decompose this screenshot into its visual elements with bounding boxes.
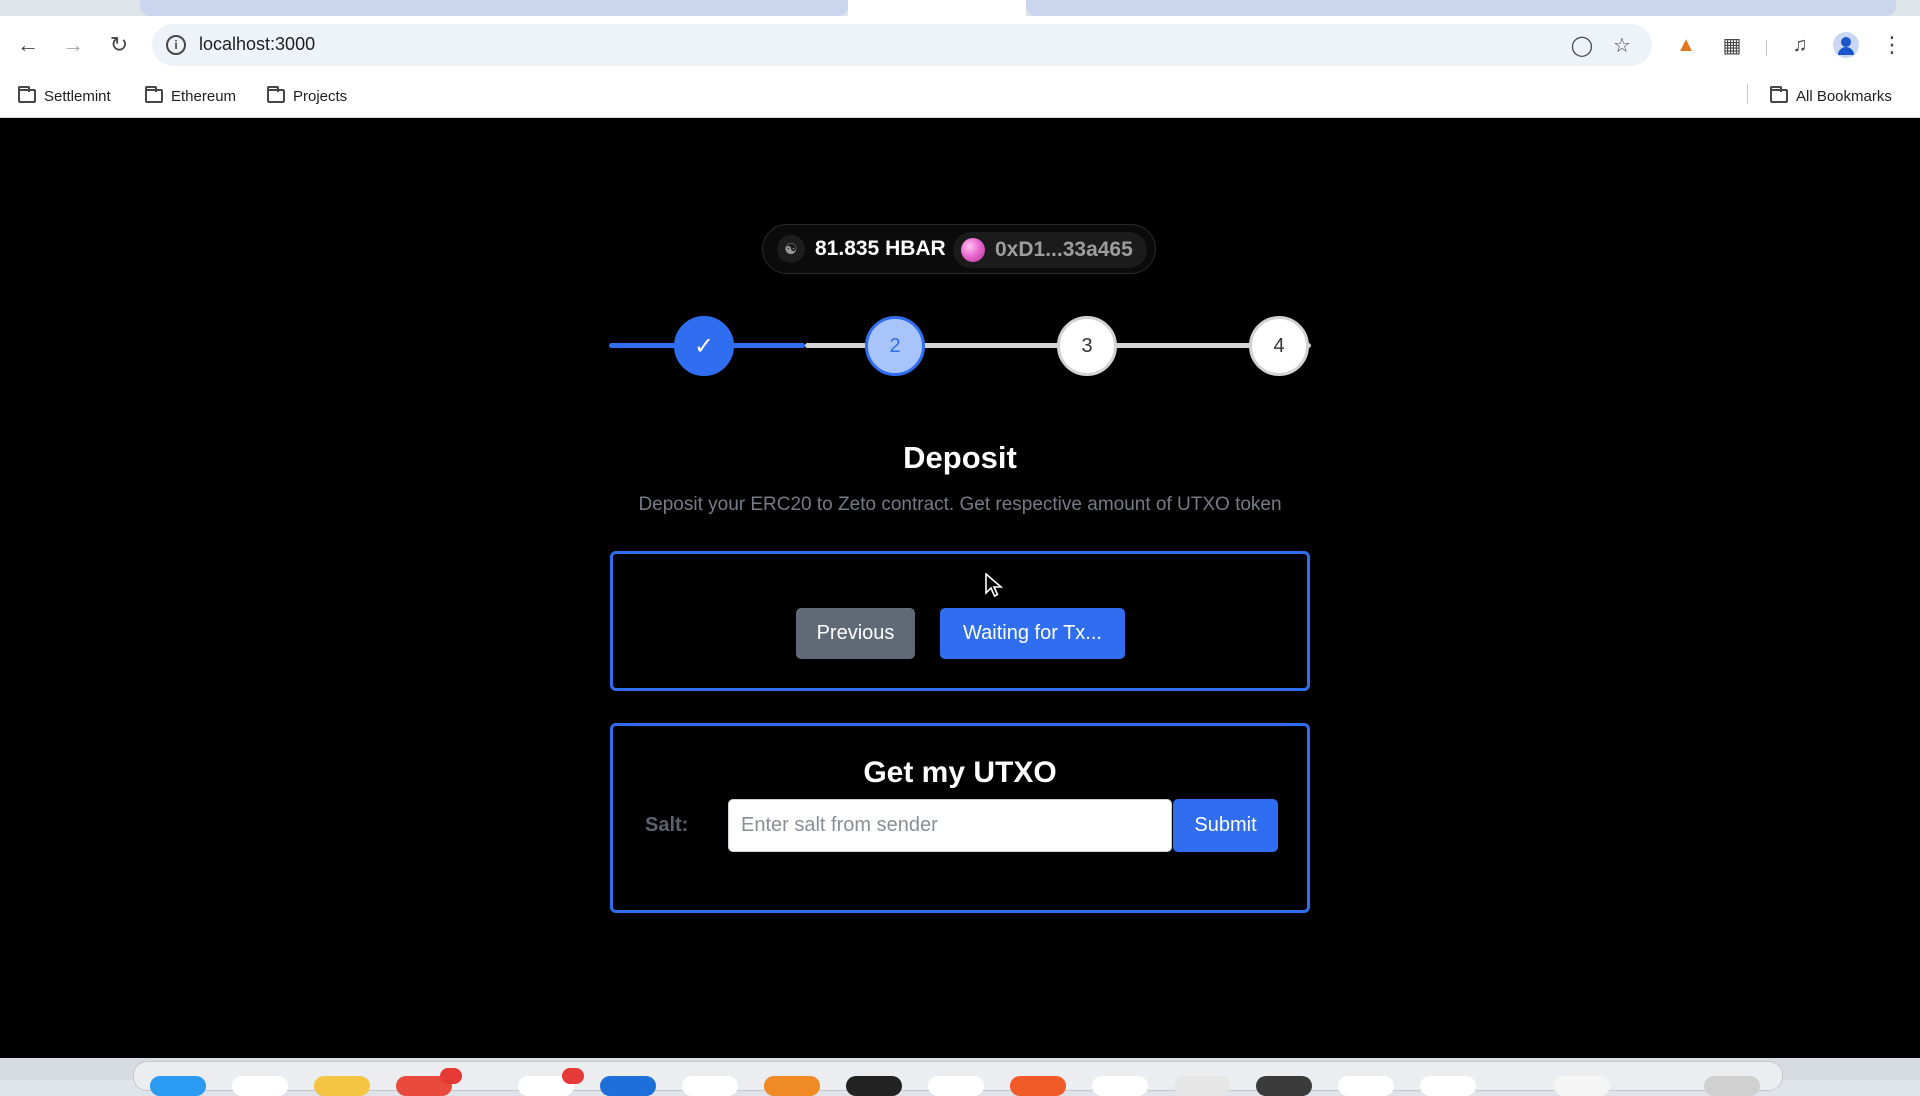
account-address: 0xD1...33a465 [995,238,1133,261]
browser-tab[interactable] [140,0,848,16]
account-chip[interactable]: 0xD1...33a465 [953,232,1147,268]
waiting-for-tx-button[interactable]: Waiting for Tx... [940,608,1125,659]
profile-avatar-icon[interactable] [1830,29,1862,61]
dock-app-icon[interactable] [1256,1076,1312,1096]
bookmark-label: Settlemint [44,87,111,105]
browser-tab-active[interactable] [848,0,1026,16]
bookmark-label: Ethereum [171,87,237,105]
kebab-menu-icon[interactable]: ⋮ [1876,29,1908,61]
address-bar-url: localhost:3000 [199,34,316,54]
dock-app-icon[interactable] [846,1076,902,1096]
back-arrow-icon[interactable]: ← [13,30,43,60]
step-title: Deposit [903,440,1017,475]
folder-icon [18,86,36,103]
step-description: Deposit your ERC20 to Zeto contract. Get… [638,494,1282,515]
bookmarks-divider [1747,84,1748,104]
tab-strip [0,0,1920,16]
dock-app-icon[interactable] [1010,1076,1066,1096]
bookmark-folder-projects[interactable]: Projects [267,85,347,107]
all-bookmarks-folder[interactable]: All Bookmarks [1770,85,1892,107]
extensions-puzzle-icon[interactable]: ▦ [1716,29,1748,61]
dock-app-icon[interactable] [600,1076,656,1096]
dock-trash-icon[interactable] [1704,1076,1760,1096]
dock-app-icon[interactable] [232,1076,288,1096]
bookmark-label: Projects [293,87,348,105]
metamask-extension-icon[interactable]: ▲ [1670,29,1702,61]
browser-toolbar: ← → ↻ i localhost:3000 ◯ ☆ ▲ ▦ ♫ ⋮ [0,16,1920,74]
step-3-indicator: 3 [1057,316,1117,376]
mouse-cursor-icon [985,573,1003,598]
progress-stepper: ✓ 2 3 4 [609,314,1311,378]
folder-icon [1770,86,1788,103]
bookmark-folder-ethereum[interactable]: Ethereum [145,85,236,107]
bookmark-star-icon[interactable]: ☆ [1610,33,1634,57]
salt-input[interactable] [728,799,1172,852]
wallet-connect-button[interactable]: ☯ 81.835 HBAR 0xD1...33a465 [762,224,1156,274]
app-page: ☯ 81.835 HBAR 0xD1...33a465 ✓ 2 3 4 Depo… [0,118,1920,1058]
toolbar-divider [1766,40,1767,56]
dock-app-icon[interactable] [1420,1076,1476,1096]
step-1-checkmark-icon: ✓ [674,316,734,376]
dock-app-icon[interactable] [682,1076,738,1096]
dock-app-icon[interactable] [1338,1076,1394,1096]
dock-app-icon[interactable] [1092,1076,1148,1096]
wallet-balance: 81.835 HBAR [815,237,946,260]
all-bookmarks-label: All Bookmarks [1796,87,1892,105]
dock-app-icon[interactable] [764,1076,820,1096]
bookmark-folder-settlemint[interactable]: Settlemint [18,85,111,107]
folder-icon [145,86,163,103]
browser-tab[interactable] [1026,0,1896,16]
bookmarks-bar: Settlemint Ethereum Projects All Bookmar… [0,74,1920,118]
dock-app-icon[interactable] [1554,1076,1610,1096]
macos-dock [133,1061,1783,1096]
account-avatar [961,238,985,262]
media-controls-icon[interactable]: ♫ [1784,29,1816,61]
dock-app-icon[interactable] [928,1076,984,1096]
notification-badge [562,1068,584,1084]
eye-slash-icon[interactable]: ◯ [1570,33,1594,57]
network-icon[interactable]: ☯ [777,235,805,263]
dock-app-icon[interactable] [150,1076,206,1096]
get-utxo-card: Get my UTXO Salt: Submit [610,723,1310,913]
site-info-icon[interactable]: i [166,35,186,55]
previous-button[interactable]: Previous [796,608,915,659]
reload-icon[interactable]: ↻ [104,30,134,60]
step-2-indicator: 2 [865,316,925,376]
get-utxo-title: Get my UTXO [863,756,1057,789]
folder-icon [267,86,285,103]
deposit-card: Previous Waiting for Tx... [610,551,1310,691]
dock-app-icon[interactable] [1174,1076,1230,1096]
dock-app-icon[interactable] [314,1076,370,1096]
salt-label: Salt: [645,814,689,836]
step-4-indicator: 4 [1249,316,1309,376]
notification-badge [440,1068,462,1084]
submit-button[interactable]: Submit [1173,799,1278,852]
forward-arrow-icon[interactable]: → [58,30,88,60]
address-bar[interactable]: i localhost:3000 ◯ ☆ [152,24,1652,66]
